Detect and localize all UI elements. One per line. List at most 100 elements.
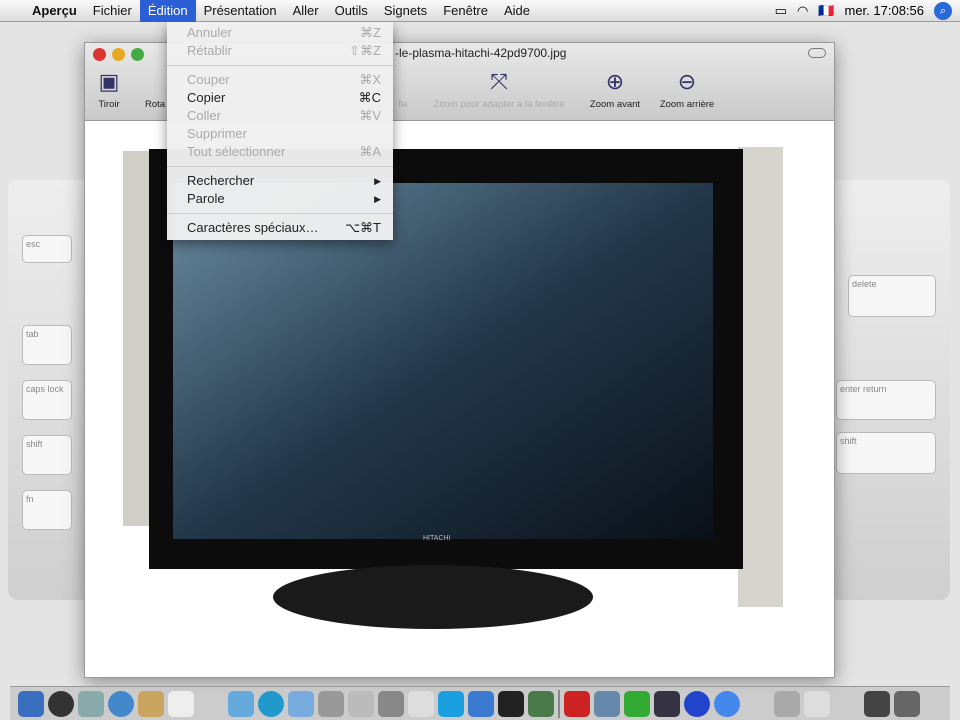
menu-item-shortcut: ⌘V: [359, 108, 381, 123]
app-icon[interactable]: [744, 690, 770, 717]
app-icon[interactable]: [498, 690, 524, 717]
menu-aide[interactable]: Aide: [496, 0, 538, 22]
input-flag-icon[interactable]: 🇫🇷: [818, 3, 834, 19]
menu-edition[interactable]: Édition: [139, 0, 196, 22]
app-icon[interactable]: [138, 690, 164, 717]
menu-item-parole[interactable]: Parole ▶: [167, 190, 393, 208]
toolbar-label: Rota: [145, 99, 166, 110]
itunes-icon[interactable]: [228, 690, 254, 717]
app-icon[interactable]: [624, 690, 650, 717]
menu-item-label: Copier: [187, 90, 226, 105]
toolbar-rotation[interactable]: Rota: [145, 69, 169, 110]
toolbar-label: Zoom avant: [589, 99, 641, 110]
menu-item-rechercher[interactable]: Rechercher ▶: [167, 172, 393, 190]
menu-item-label: Annuler: [187, 25, 232, 40]
menu-outils[interactable]: Outils: [327, 0, 376, 22]
display-icon[interactable]: ▭: [775, 3, 787, 19]
youtube-icon[interactable]: [564, 690, 590, 717]
close-button[interactable]: [93, 48, 106, 61]
menu-fichier[interactable]: Fichier: [85, 0, 140, 22]
clock[interactable]: mer. 17:08:56: [845, 3, 925, 18]
menu-fenetre[interactable]: Fenêtre: [435, 0, 496, 22]
edition-menu: Annuler ⌘Z Rétablir ⇧⌘Z Couper ⌘X Copier ⌘C …: [167, 22, 393, 240]
app-icon[interactable]: [864, 690, 890, 717]
app-icon[interactable]: [654, 690, 680, 717]
tv-brand: HITACHI: [423, 535, 451, 542]
spotlight-icon[interactable]: ⌕: [934, 1, 952, 20]
fit-window-icon: ⤧: [490, 69, 508, 94]
menu-app[interactable]: Aperçu: [24, 0, 85, 22]
app-icon[interactable]: [804, 690, 830, 717]
toolbar-zoom-out[interactable]: ⊖ Zoom arrière: [653, 69, 721, 110]
app-icon[interactable]: [348, 690, 374, 717]
key-esc: esc: [22, 235, 72, 263]
skype-icon[interactable]: [438, 690, 464, 717]
toolbar-zoom-in[interactable]: ⊕ Zoom avant: [583, 69, 647, 110]
menu-item-shortcut: ⌘C: [358, 90, 381, 105]
app-icon[interactable]: [198, 690, 224, 717]
menu-presentation[interactable]: Présentation: [196, 0, 285, 22]
menu-item-coller[interactable]: Coller ⌘V: [167, 107, 393, 125]
dock: [10, 686, 950, 720]
drawer-icon: ▣: [98, 69, 120, 94]
menu-item-shortcut: ▶: [374, 176, 381, 186]
toolbar-label: Tiroir: [98, 99, 120, 110]
key-shift-right: shift: [836, 432, 936, 474]
minimize-button[interactable]: [112, 48, 125, 61]
dashboard-icon[interactable]: [48, 690, 74, 717]
safari-icon[interactable]: [108, 690, 134, 717]
menu-item-shortcut: ▶: [374, 194, 381, 204]
ichat-icon[interactable]: [288, 690, 314, 717]
menu-item-shortcut: ⇧⌘Z: [349, 43, 381, 58]
app-icon[interactable]: [258, 690, 284, 717]
menu-item-caracteres-speciaux[interactable]: Caractères spéciaux… ⌥⌘T: [167, 219, 393, 237]
app-icon[interactable]: [594, 690, 620, 717]
key-tab: tab: [22, 325, 72, 365]
menu-item-copier[interactable]: Copier ⌘C: [167, 89, 393, 107]
menu-item-shortcut: ⌘Z: [360, 25, 381, 40]
menu-separator: [167, 65, 393, 66]
key-caps-lock: caps lock: [22, 380, 72, 420]
key-shift: shift: [22, 435, 72, 475]
toolbar-taille-reelle[interactable]: lle: [393, 69, 413, 110]
ical-icon[interactable]: [168, 690, 194, 717]
key-delete: delete: [848, 275, 936, 317]
keyboard-right-background: delete enter return shift: [830, 180, 950, 600]
key-enter: enter: [840, 384, 861, 394]
menu-separator: [167, 213, 393, 214]
toolbar-tiroir[interactable]: ▣ Tiroir: [91, 69, 127, 110]
menu-item-supprimer[interactable]: Supprimer: [167, 125, 393, 143]
menu-signets[interactable]: Signets: [376, 0, 435, 22]
toolbar-label: Zoom pour adapter à la fenêtre: [433, 99, 565, 110]
app-icon[interactable]: [408, 690, 434, 717]
menu-item-retablir[interactable]: Rétablir ⇧⌘Z: [167, 42, 393, 60]
app-icon[interactable]: [318, 690, 344, 717]
trash-icon[interactable]: [894, 690, 920, 717]
menu-aller[interactable]: Aller: [285, 0, 327, 22]
app-icon[interactable]: [684, 690, 710, 717]
menu-item-label: Parole: [187, 191, 225, 206]
dock-separator: [558, 689, 560, 718]
menu-item-annuler[interactable]: Annuler ⌘Z: [167, 24, 393, 42]
zoom-button[interactable]: [131, 48, 144, 61]
toolbar-zoom-fit[interactable]: ⤧ Zoom pour adapter à la fenêtre: [419, 69, 579, 110]
app-icon[interactable]: [78, 690, 104, 717]
toolbar-label: Zoom arrière: [659, 99, 715, 110]
app-icon[interactable]: [714, 690, 740, 717]
key-fn: fn: [22, 490, 72, 530]
menu-item-label: Rétablir: [187, 43, 232, 58]
app-icon[interactable]: [528, 690, 554, 717]
key-return: return: [863, 384, 887, 394]
finder-icon[interactable]: [18, 690, 44, 717]
app-icon[interactable]: [774, 690, 800, 717]
apple-menu-icon[interactable]: [0, 0, 24, 22]
toolbar-label: lle: [398, 99, 408, 110]
zoom-in-icon: ⊕: [605, 69, 625, 94]
app-icon[interactable]: [834, 690, 860, 717]
preview-icon[interactable]: [468, 690, 494, 717]
wifi-icon[interactable]: ◠: [797, 3, 808, 19]
toolbar-toggle-button[interactable]: [808, 48, 826, 58]
app-icon[interactable]: [378, 690, 404, 717]
menu-item-tout-selectionner[interactable]: Tout sélectionner ⌘A: [167, 143, 393, 161]
menu-item-couper[interactable]: Couper ⌘X: [167, 71, 393, 89]
